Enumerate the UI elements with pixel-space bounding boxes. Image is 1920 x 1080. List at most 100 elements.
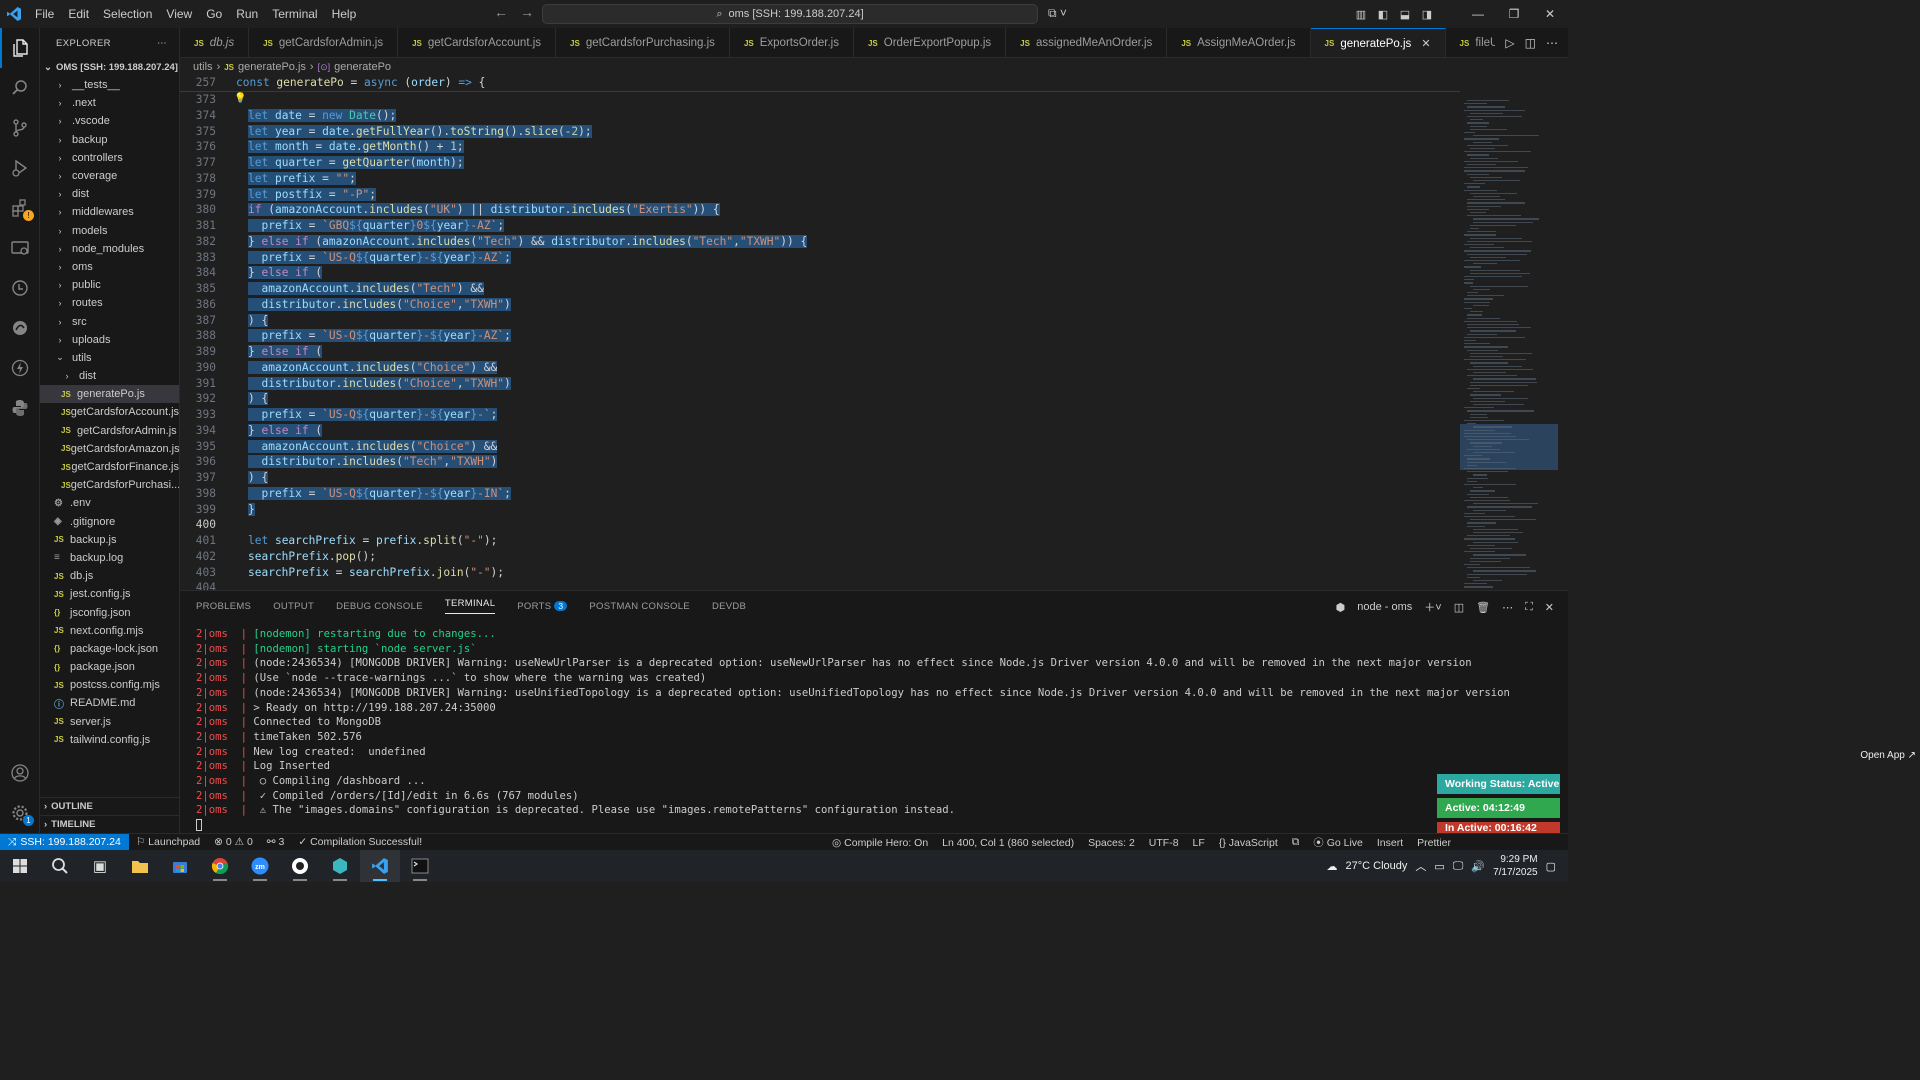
code-line[interactable]: 402 searchPrefix.pop(); [180,550,1460,566]
run-icon[interactable]: ▷ [1505,36,1514,50]
code-editor[interactable]: 257 const generatePo = async (order) => {… [180,76,1460,594]
maximize-panel-icon[interactable]: ⛶ [1525,601,1533,614]
python-icon[interactable] [0,388,40,428]
terminal-cursor[interactable] [196,818,1510,833]
prettier-status[interactable]: Prettier [1410,837,1458,849]
new-terminal-icon[interactable]: ＋˅ [1424,599,1441,615]
code-line[interactable]: 388 prefix = `US-Q${quarter}-${year}-AZ`… [180,329,1460,345]
tree-item--env[interactable]: ⚙ .env [40,494,179,512]
run-debug-icon[interactable] [0,148,40,188]
file-explorer-icon[interactable] [120,850,160,882]
tab-assignmeaorder-js[interactable]: JS AssignMeAOrder.js [1167,28,1311,57]
tree-item--next[interactable]: › .next [40,94,179,112]
menu-help[interactable]: Help [325,0,364,28]
tree-item-backup[interactable]: › backup [40,131,179,149]
tab-exportsorder-js[interactable]: JS ExportsOrder.js [730,28,854,57]
weather-icon[interactable]: ☁ [1327,860,1338,873]
kill-terminal-icon[interactable]: 🗑 [1476,601,1490,614]
code-line[interactable]: 403 searchPrefix = searchPrefix.join("-")… [180,566,1460,582]
tree-item-getcardsforpurchasi-[interactable]: JS getCardsforPurchasi... [40,476,179,494]
tree-item--gitignore[interactable]: ◈ .gitignore [40,513,179,531]
lightbulb-icon[interactable]: 💡 [234,93,246,104]
more-actions-icon[interactable]: ⋯ [157,38,167,49]
copilot-status-icon[interactable]: ⧉ [1285,836,1307,849]
code-line[interactable]: 384} else if ( [180,266,1460,282]
tab-getcardsforadmin-js[interactable]: JS getCardsforAdmin.js [249,28,399,57]
menu-file[interactable]: File [28,0,61,28]
sticky-scroll-line[interactable]: 257 const generatePo = async (order) => { [180,76,1460,92]
tree-item-getcardsforfinance-js[interactable]: JS getCardsforFinance.js [40,458,179,476]
tab-getcardsforaccount-js[interactable]: JS getCardsforAccount.js [398,28,557,57]
tree-item-getcardsforaccount-js[interactable]: JS getCardsforAccount.js [40,403,179,421]
tree-item-node-modules[interactable]: › node_modules [40,240,179,258]
code-line[interactable]: 381 prefix = `GBQ${quarter}0${year}-AZ`; [180,219,1460,235]
tree-item-postcss-config-mjs[interactable]: JS postcss.config.mjs [40,676,179,694]
terminal-output[interactable]: 2|oms | [nodemon] restarting due to chan… [196,627,1510,833]
minimap[interactable] [1460,70,1558,590]
panel-tab-debug-console[interactable]: DEBUG CONSOLE [336,601,423,612]
code-line[interactable]: 393 prefix = `US-Q${quarter}-${year}-`; [180,408,1460,424]
command-center[interactable]: ⌕ oms [SSH: 199.188.207.24] [542,4,1038,24]
menu-view[interactable]: View [159,0,199,28]
tree-item-coverage[interactable]: › coverage [40,167,179,185]
gitlens-icon[interactable] [0,308,40,348]
launchpad-button[interactable]: ⚐ Launchpad [129,836,207,848]
tree-item-jest-config-js[interactable]: JS jest.config.js [40,585,179,603]
remote-explorer-icon[interactable] [0,228,40,268]
code-line[interactable]: 387) { [180,313,1460,330]
tree-item-dist[interactable]: › dist [40,185,179,203]
code-line[interactable]: 382} else if (amazonAccount.includes("Te… [180,234,1460,251]
panel-tab-terminal[interactable]: TERMINAL [444,598,496,614]
tree-item-utils[interactable]: ⌄ utils [40,349,179,367]
tree-item-oms[interactable]: › oms [40,258,179,276]
code-line[interactable]: 383 prefix = `US-Q${quarter}-${year}-AZ`… [180,250,1460,267]
go-forward-icon[interactable]: → [520,4,534,20]
code-line[interactable]: 390 amazonAccount.includes("Choice") && [180,360,1460,377]
chrome-icon[interactable] [200,850,240,882]
tree-item-src[interactable]: › src [40,312,179,330]
cursor-position[interactable]: Ln 400, Col 1 (860 selected) [935,837,1081,849]
minimize-icon[interactable]: — [1460,7,1496,21]
search-icon[interactable] [40,850,80,882]
copilot-icon[interactable]: ⧉ ˅ [1048,6,1067,21]
code-line[interactable]: 396 distributor.includes("Tech","TXWH") [180,455,1460,471]
tree-item-jsconfig-json[interactable]: {} jsconfig.json [40,603,179,621]
panel-tab-ports[interactable]: PORTS 3 [517,600,568,612]
tree-item-backup-js[interactable]: JS backup.js [40,531,179,549]
panel-tab-devdb[interactable]: DEVDB [712,601,746,612]
code-line[interactable]: 380 if (amazonAccount.includes("UK") || d… [180,203,1460,219]
go-back-icon[interactable]: ← [494,4,508,20]
tree-item-package-json[interactable]: {} package.json [40,658,179,676]
windows-start-icon[interactable] [0,850,40,882]
code-line[interactable]: 375 let year = date.getFullYear().toStrin… [180,124,1460,141]
code-line[interactable]: 394} else if ( [180,423,1460,440]
breadcrumb-item[interactable]: generatePo [334,61,391,73]
tree-item-readme-md[interactable]: ⓘ README.md [40,694,179,712]
tree-item-package-lock-json[interactable]: {} package-lock.json [40,640,179,658]
split-terminal-icon[interactable]: ◫ [1454,601,1464,614]
toggle-secondary-sidebar-icon[interactable]: ◨ [1416,8,1438,21]
tree-item-db-js[interactable]: JS db.js [40,567,179,585]
code-line[interactable]: 398 prefix = `US-Q${quarter}-${year}-IN`… [180,486,1460,503]
layout-controls-icon[interactable]: ▥ [1350,8,1372,21]
timeline-icon[interactable] [0,268,40,308]
tree-item-models[interactable]: › models [40,222,179,240]
search-icon[interactable] [0,68,40,108]
go-live-button[interactable]: ⦿ Go Live [1306,835,1370,850]
panel-tab-postman-console[interactable]: POSTMAN CONSOLE [589,601,690,612]
code-line[interactable]: 401 let searchPrefix = prefix.split("-"); [180,534,1460,550]
outline-section[interactable]: › OUTLINE [40,797,179,815]
code-line[interactable]: 377 let quarter = getQuarter(month); [180,156,1460,172]
code-line[interactable]: 374 let date = new Date(); [180,108,1460,125]
menu-go[interactable]: Go [199,0,229,28]
tree-item-backup-log[interactable]: ≡ backup.log [40,549,179,567]
tab-getcardsforpurchasing-js[interactable]: JS getCardsforPurchasing.js [556,28,730,57]
app-icon-2[interactable] [320,850,360,882]
tree-item-next-config-mjs[interactable]: JS next.config.mjs [40,622,179,640]
volume-icon[interactable]: 🔊 [1471,860,1485,873]
code-line[interactable]: 376 let month = date.getMonth() + 1; [180,140,1460,156]
tree-item--vscode[interactable]: › .vscode [40,112,179,130]
vscode-icon[interactable] [360,850,400,882]
close-tab-icon[interactable]: ✕ [1421,37,1430,50]
code-line[interactable]: 389} else if ( [180,345,1460,361]
